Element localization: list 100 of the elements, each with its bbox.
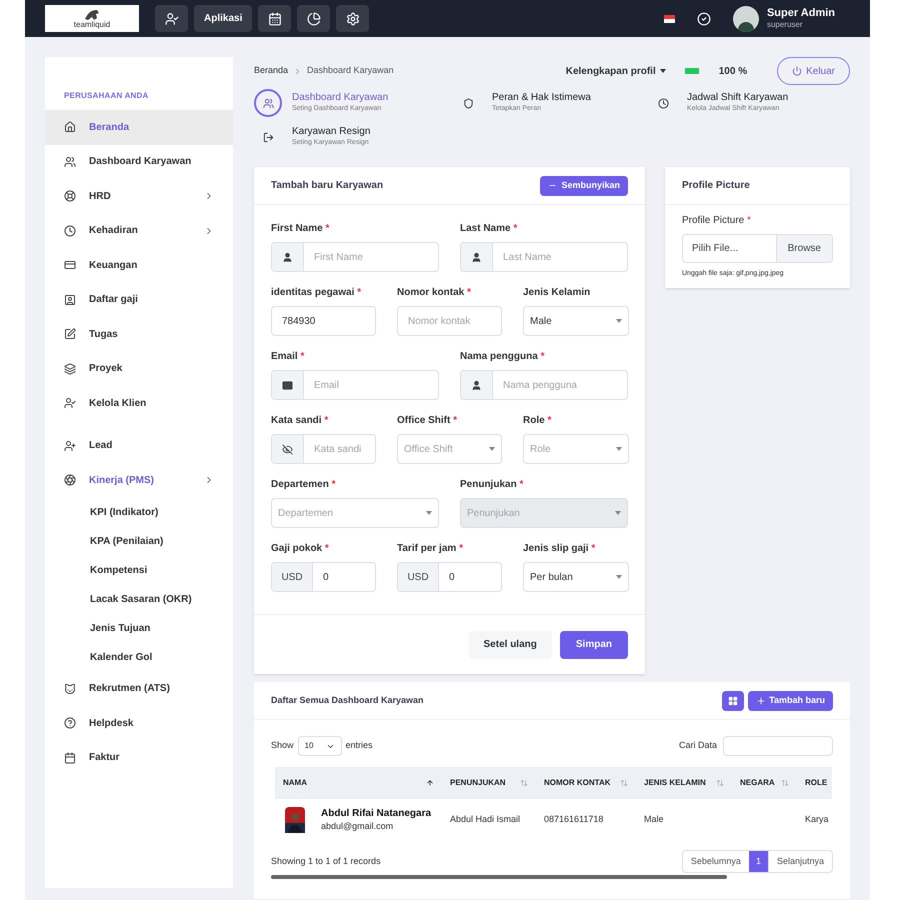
field-label: Jenis Kelamin [523,286,592,300]
submenu-item[interactable]: Kompetensi [45,556,233,584]
input-field[interactable]: 784930 [271,306,376,336]
progress-reading: 100 % [718,64,748,78]
page-button[interactable]: 1 [748,851,768,872]
sidebar-item[interactable]: Tugas [45,317,233,352]
dropdown-caret-icon [489,447,495,451]
submenu-item[interactable]: Lacak Sasaran (OKR) [45,584,233,614]
field-label: Gaji pokok * [271,542,330,556]
field-label: Nomor kontak * [397,286,472,300]
field-label: Kata sandi * [271,414,330,428]
pie-chart-icon [306,12,321,26]
eye-off-icon [282,444,293,454]
input-field[interactable]: USD 0 [397,562,502,592]
submenu-item[interactable]: Jenis Tujuan [45,614,233,642]
sidebar-item[interactable]: Faktur [45,740,233,775]
save-button[interactable]: Simpan [560,630,628,658]
flag-icon[interactable] [664,14,675,22]
avatar[interactable] [732,6,759,32]
profile-completeness-dropdown[interactable]: Kelengkapan profil [566,64,666,78]
dropdown-caret-icon [616,447,622,451]
sort-up-icon[interactable] [426,779,434,787]
dropdown-caret-icon [616,319,622,323]
sidebar-item[interactable]: Kinerja (PMS) [45,463,233,498]
previous-button[interactable]: Sebelumnya [682,851,749,872]
employee-name: Abdul Rifai Natanegara [321,808,432,821]
sidebar-item[interactable]: Lead [45,428,233,463]
sidebar-item[interactable]: Proyek [45,352,233,386]
field-value: 0 [323,570,329,584]
card-title: Profile Picture [682,179,750,193]
sidebar-item[interactable]: Kelola Klien [45,386,233,420]
section-title: PERUSAHAAN ANDA [63,90,150,102]
field-value: 784930 [282,314,316,328]
sidebar-item[interactable]: Daftar gaji [45,282,233,317]
card-title: Tambah baru Karyawan [271,179,384,193]
field-placeholder: Departemen [278,506,334,520]
dropdown-caret-icon [426,511,432,515]
check-circle-icon[interactable] [696,12,711,26]
page-size-select[interactable]: 10 [298,736,342,756]
users-icon [64,156,76,168]
submenu-item[interactable]: KPA (Penilaian) [45,526,233,556]
hide-button[interactable]: Sembunyikan [540,176,628,196]
sidebar-item[interactable]: Beranda [45,110,233,144]
logo[interactable]: teamliquid [45,5,139,32]
user-icon [471,380,482,390]
search-label: Cari Data [678,739,717,752]
field-label: Office Shift * [397,414,458,428]
card-title: Daftar Semua Dashboard Karyawan [271,694,424,707]
field-placeholder: Email [314,378,340,392]
layers-icon [64,362,76,375]
sidebar-item[interactable]: Keuangan [45,248,233,282]
pie-chart-button[interactable] [297,5,330,32]
sidebar-item[interactable]: Helpdesk [45,706,233,740]
input-field[interactable]: USD 0 [271,562,376,592]
field-placeholder: Office Shift [404,442,453,456]
table-cell-text: 087161611718 [543,813,604,826]
column-header[interactable]: NOMOR KONTAK [536,777,636,789]
house-icon [64,121,76,134]
reset-button[interactable]: Setel ulang [468,630,552,658]
sidebar-item[interactable]: HRD [45,179,233,214]
file-field[interactable]: Pilih File... Browse [682,234,833,263]
select-field[interactable]: Per bulan [523,562,629,592]
column-header[interactable]: NEGARA [732,777,797,789]
logout-button[interactable]: Keluar [777,57,850,85]
sidebar-item[interactable]: Dashboard Karyawan [45,144,233,179]
field-placeholder: Nama pengguna [503,378,577,392]
grid-icon [728,696,738,706]
submenu-item[interactable]: Kalender Gol [45,642,233,672]
user-check-button[interactable] [155,5,188,32]
sidebar-item[interactable]: Rekrutmen (ATS) [45,672,233,706]
user-name: Super Admin [766,6,835,20]
field-value: Per bulan [530,570,573,584]
submenu-item[interactable]: KPI (Indikator) [45,498,233,526]
add-button[interactable]: Tambah baru [748,690,833,710]
currency-label: USD [407,570,429,584]
settings-button[interactable] [336,5,370,32]
apps-button[interactable]: Aplikasi [194,5,252,32]
power-icon [792,66,802,76]
dropdown-caret-icon [616,575,622,579]
column-header[interactable]: ROLE [797,777,832,789]
table-cell-text: Male [643,813,665,826]
table-cell-text: Karya [804,813,830,826]
select-field[interactable]: Male [523,306,629,336]
field-label: Email * [271,350,306,364]
settings-icon [346,12,360,26]
calendar-button[interactable] [258,5,292,32]
show-label: Show [271,739,294,752]
column-header[interactable]: PENUNJUKAN [442,777,536,789]
sidebar-item[interactable]: Kehadiran [45,214,233,248]
calendar-icon [64,752,76,764]
browse-button[interactable]: Browse [776,235,832,262]
scrollbar[interactable] [271,875,727,879]
breadcrumb-link[interactable]: Beranda [254,64,288,78]
user-role: superuser [766,20,804,30]
grid-view-button[interactable] [722,690,744,710]
next-button[interactable]: Selanjutnya [768,851,832,872]
column-header[interactable]: NAMA [275,777,442,789]
search-field[interactable] [723,736,833,756]
column-header[interactable]: JENIS KELAMIN [636,777,732,789]
user-icon [471,252,482,262]
